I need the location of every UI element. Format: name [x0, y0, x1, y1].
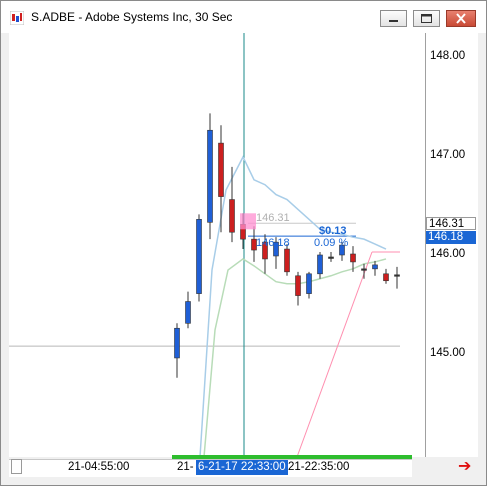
candle-body [207, 129, 213, 223]
crosshair-marker [240, 213, 256, 230]
candlestick-chart[interactable] [0, 0, 487, 486]
candle-body [361, 268, 367, 271]
x-label-highlight: 6-21-17 22:33:00 [196, 460, 288, 475]
candle-body [218, 142, 224, 197]
price-label: 146.18 [256, 237, 290, 249]
upper-band-line [199, 155, 387, 458]
x-label: 21- [177, 461, 194, 473]
x-label: 21-04:55:00 [68, 461, 130, 473]
x-label: 21-22:35:00 [288, 461, 350, 473]
candle-body [383, 273, 389, 282]
candle-body [295, 275, 301, 296]
candle-body [229, 199, 235, 233]
level-label: 146.31 [256, 212, 290, 224]
y-tick-label: 145.00 [430, 347, 466, 359]
candle-body [306, 273, 312, 294]
crosshair-price-tag: 146.31 [426, 217, 476, 230]
y-tick-label: 148.00 [430, 50, 466, 62]
candle-body [350, 253, 356, 263]
candle-body [317, 254, 323, 275]
change-value: $0.13 [319, 225, 347, 237]
y-tick-label: 146.00 [430, 248, 466, 260]
candle-body [284, 248, 290, 273]
y-tick-label: 147.00 [430, 149, 466, 161]
visible-range-bar[interactable] [172, 455, 412, 459]
scroll-handle[interactable] [11, 459, 22, 474]
candle-body [196, 219, 202, 294]
candle-body [185, 301, 191, 324]
candle-body [372, 264, 378, 270]
candle-body [394, 274, 400, 277]
scroll-right-arrow-icon[interactable]: ➔ [458, 459, 471, 475]
change-percent: 0.09 % [314, 237, 349, 249]
candle-body [174, 327, 180, 359]
candle-body [328, 256, 334, 259]
last-price-tag: 146.18 [426, 231, 476, 244]
